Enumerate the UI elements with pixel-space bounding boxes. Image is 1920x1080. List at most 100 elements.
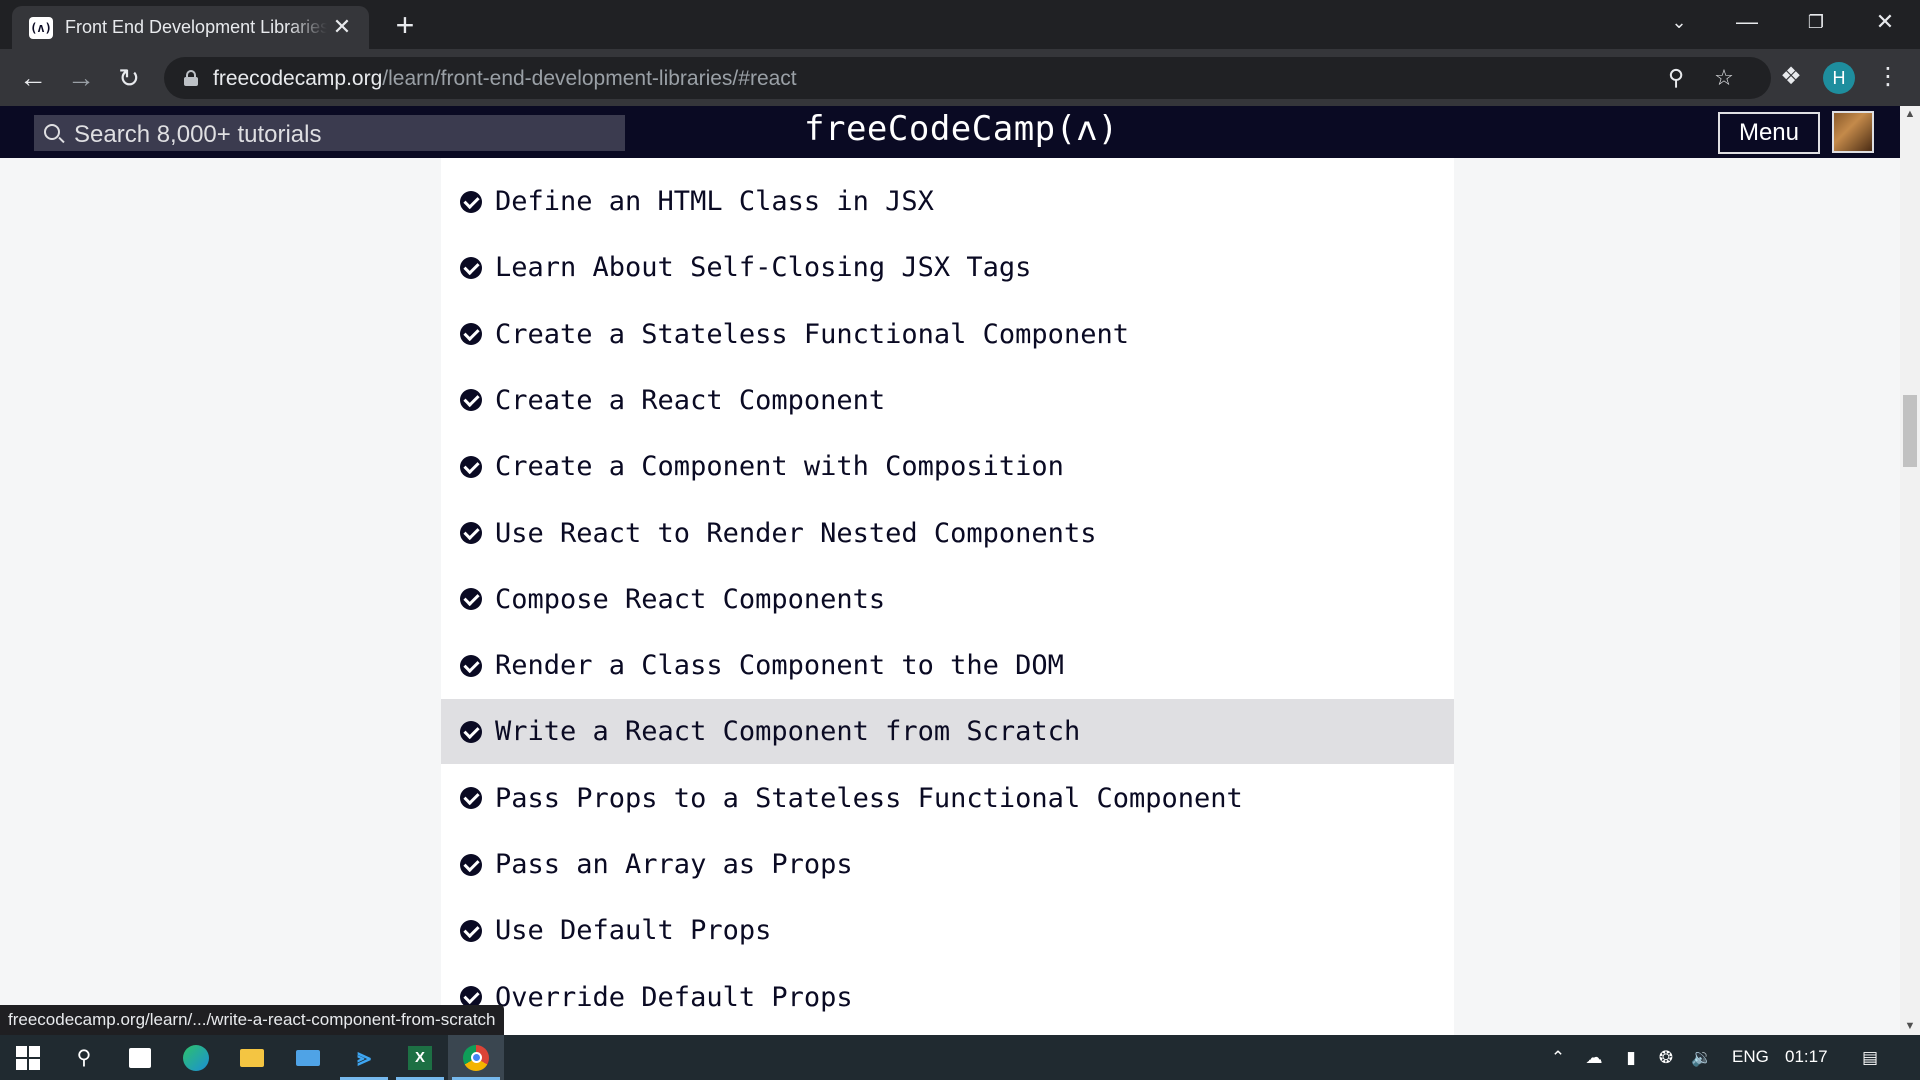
lesson-item[interactable]: Pass Props to a Stateless Functional Com… <box>441 766 1454 831</box>
page-scrollbar[interactable]: ▲ ▼ <box>1900 106 1920 1035</box>
scroll-down-icon[interactable]: ▼ <box>1900 1018 1920 1035</box>
vscode-taskbar-button[interactable]: ⪢ <box>336 1035 392 1080</box>
lesson-label: Write a React Component from Scratch <box>495 716 1081 748</box>
volume-icon[interactable]: 🔉 <box>1690 1046 1714 1070</box>
lesson-item[interactable]: Learn About Self-Closing JSX Tags <box>441 235 1454 300</box>
onedrive-cloud-icon[interactable]: ☁ <box>1582 1046 1606 1070</box>
new-tab-button[interactable]: + <box>390 9 420 41</box>
lesson-item[interactable]: Use Default Props <box>441 898 1454 963</box>
more-menu-icon[interactable]: ⋮ <box>1872 61 1904 93</box>
minimize-button[interactable]: — <box>1724 6 1770 38</box>
notifications-icon[interactable]: ▤ <box>1858 1046 1882 1070</box>
freecodecamp-logo[interactable]: freeCodeCamp(ʌ) <box>804 109 1119 149</box>
forward-arrow-icon[interactable]: → <box>64 61 98 95</box>
lesson-item[interactable]: Pass an Array as Props <box>441 832 1454 897</box>
address-bar[interactable]: freecodecamp.org/learn/front-end-develop… <box>164 57 1771 99</box>
browser-toolbar: ← → ↻ freecodecamp.org/learn/front-end-d… <box>0 49 1920 106</box>
scroll-thumb[interactable] <box>1903 395 1917 467</box>
tab-close-icon[interactable]: ✕ <box>329 14 355 40</box>
wifi-icon[interactable]: ❂ <box>1654 1046 1678 1070</box>
lock-icon[interactable] <box>184 70 198 86</box>
reload-icon[interactable]: ↻ <box>112 61 146 95</box>
chrome-taskbar-button[interactable] <box>448 1035 504 1080</box>
profile-avatar[interactable]: H <box>1823 62 1855 94</box>
lesson-label: Create a Component with Composition <box>495 451 1064 483</box>
url-text[interactable]: freecodecamp.org/learn/front-end-develop… <box>213 67 797 91</box>
url-host: freecodecamp.org <box>213 67 383 90</box>
start-button[interactable] <box>0 1035 56 1080</box>
mail-icon <box>296 1049 320 1066</box>
edge-taskbar-button[interactable] <box>168 1035 224 1080</box>
tab-title: Front End Development Libraries <box>65 17 327 37</box>
chrome-icon <box>463 1044 489 1071</box>
check-circle-icon <box>460 190 482 213</box>
magnifier-icon: ⚲ <box>76 1047 92 1069</box>
check-circle-icon <box>460 919 482 942</box>
lesson-item[interactable]: Compose React Components <box>441 567 1454 632</box>
check-circle-icon <box>460 256 482 279</box>
folder-icon <box>240 1048 264 1067</box>
user-avatar[interactable] <box>1832 111 1874 153</box>
search-bar[interactable]: Search 8,000+ tutorials <box>34 115 625 151</box>
lesson-label: Use Default Props <box>495 915 772 947</box>
excel-icon: X <box>408 1045 432 1070</box>
bookmark-star-icon[interactable]: ☆ <box>1712 66 1736 90</box>
lesson-item[interactable]: Use React to Render Nested Components <box>441 501 1454 566</box>
lesson-label: Pass an Array as Props <box>495 849 853 880</box>
store-taskbar-button[interactable] <box>112 1035 168 1080</box>
lesson-list: Define an HTML Class in JSX Learn About S… <box>441 158 1454 1035</box>
lesson-label: Define an HTML Class in JSX <box>495 186 934 217</box>
edge-icon <box>183 1044 209 1071</box>
lesson-item[interactable]: Create a Stateless Functional Component <box>441 302 1454 367</box>
check-circle-icon <box>460 389 482 412</box>
site-header: Search 8,000+ tutorials freeCodeCamp(ʌ) … <box>0 106 1900 158</box>
freecodecamp-favicon-icon: (ʌ) <box>29 16 53 39</box>
check-circle-icon <box>460 588 482 611</box>
mail-taskbar-button[interactable] <box>280 1035 336 1080</box>
show-hidden-icons-icon[interactable]: ⌃ <box>1546 1046 1570 1070</box>
tab-search-icon[interactable]: ⌄ <box>1656 6 1702 38</box>
vscode-icon: ⪢ <box>357 1043 371 1071</box>
lesson-item[interactable]: Write a React Component from Scratch <box>441 699 1454 765</box>
clock[interactable]: 01:17 <box>1785 1047 1828 1067</box>
back-arrow-icon[interactable]: ← <box>16 61 50 95</box>
lesson-item[interactable]: Create a React Component <box>441 368 1454 433</box>
check-circle-icon <box>460 323 482 346</box>
battery-icon[interactable]: ▮ <box>1619 1046 1643 1070</box>
search-taskbar-button[interactable]: ⚲ <box>56 1035 112 1080</box>
windows-logo-icon <box>16 1045 40 1070</box>
lesson-item[interactable]: Define an HTML Class in JSX <box>441 169 1454 234</box>
browser-tab[interactable]: (ʌ) Front End Development Libraries ✕ <box>12 6 369 49</box>
lesson-label: Learn About Self-Closing JSX Tags <box>495 252 1032 284</box>
windows-taskbar: ⚲ ⪢ X ⌃ ☁ ▮ ❂ 🔉 ENG 01:17 ▤ <box>0 1035 1920 1080</box>
restore-button[interactable]: ❐ <box>1793 6 1839 38</box>
search-icon <box>44 124 60 140</box>
zoom-icon[interactable]: ⚲ <box>1664 66 1688 90</box>
lesson-item[interactable]: Render a Class Component to the DOM <box>441 633 1454 698</box>
lesson-label: Create a Stateless Functional Component <box>495 318 1129 350</box>
tab-strip: (ʌ) Front End Development Libraries ✕ + … <box>0 0 1920 49</box>
check-circle-icon <box>460 522 482 544</box>
check-circle-icon <box>460 654 482 677</box>
check-circle-icon <box>460 720 482 743</box>
lesson-label: Compose React Components <box>495 583 886 615</box>
lesson-label: Create a React Component <box>495 384 886 416</box>
scroll-up-icon[interactable]: ▲ <box>1900 106 1920 123</box>
lesson-item[interactable]: Create a Component with Composition <box>441 434 1454 499</box>
lesson-item[interactable]: Override Default Props <box>441 965 1454 1030</box>
file-explorer-taskbar-button[interactable] <box>224 1035 280 1080</box>
lesson-label: Use React to Render Nested Components <box>495 517 1097 549</box>
lesson-label: Render a Class Component to the DOM <box>495 650 1064 682</box>
url-path: /learn/front-end-development-libraries/#… <box>382 67 797 90</box>
menu-button[interactable]: Menu <box>1718 112 1820 154</box>
store-icon <box>129 1047 151 1068</box>
check-circle-icon <box>460 455 482 478</box>
lesson-label: Pass Props to a Stateless Functional Com… <box>495 782 1243 814</box>
search-input[interactable]: Search 8,000+ tutorials <box>74 121 322 149</box>
check-circle-icon <box>460 787 482 810</box>
link-status-bubble: freecodecamp.org/learn/.../write-a-react… <box>0 1005 504 1035</box>
close-window-button[interactable]: ✕ <box>1862 6 1908 38</box>
excel-taskbar-button[interactable]: X <box>392 1035 448 1080</box>
language-indicator[interactable]: ENG <box>1732 1047 1769 1067</box>
extensions-puzzle-icon[interactable]: ❖ <box>1775 61 1807 93</box>
